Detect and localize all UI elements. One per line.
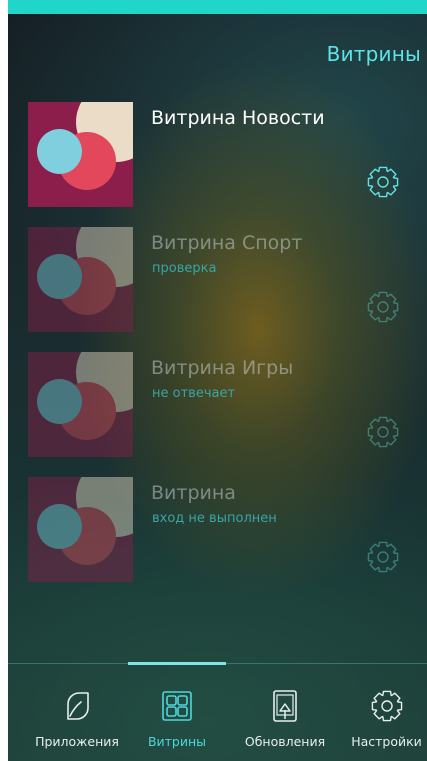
page-title: Витрины — [326, 42, 421, 66]
showcase-title: Витрина Новости — [151, 107, 325, 129]
showcase-item-generic[interactable]: Витрина вход не выполнен — [8, 477, 427, 587]
gear-icon[interactable] — [365, 289, 401, 325]
showcase-status: вход не выполнен — [152, 511, 277, 526]
tab-apps[interactable]: Приложения — [18, 664, 136, 761]
showcase-thumbnail — [28, 352, 133, 457]
showcase-title: Витрина Спорт — [151, 232, 303, 254]
tab-settings-label: Настройки — [351, 734, 422, 749]
showcase-title: Витрина Игры — [151, 357, 294, 379]
gear-icon — [369, 688, 405, 724]
showcase-thumbnail — [28, 102, 133, 207]
tab-apps-label: Приложения — [35, 734, 119, 749]
showcase-status: проверка — [152, 261, 217, 276]
tab-showcases[interactable]: Витрины — [136, 664, 218, 761]
status-accent-bar — [8, 0, 427, 14]
gear-icon[interactable] — [365, 164, 401, 200]
bottom-navigation: Приложения Витрины Обновления Настройки — [8, 664, 427, 761]
tab-updates[interactable]: Обновления — [236, 664, 334, 761]
screen: Витрины Витрина Новости Витрина Спорт пр… — [0, 0, 427, 761]
leaf-icon — [59, 688, 95, 724]
tab-settings[interactable]: Настройки — [346, 664, 427, 761]
tab-showcases-label: Витрины — [147, 734, 207, 749]
showcase-title: Витрина — [151, 482, 236, 504]
showcase-thumbnail — [28, 227, 133, 332]
grid-icon — [159, 688, 195, 724]
showcase-status: не отвечает — [152, 386, 236, 401]
showcase-item-sport[interactable]: Витрина Спорт проверка — [8, 227, 427, 337]
tab-updates-label: Обновления — [244, 734, 326, 749]
showcase-thumbnail — [28, 477, 133, 582]
showcase-item-games[interactable]: Витрина Игры не отвечает — [8, 352, 427, 462]
gear-icon[interactable] — [365, 539, 401, 575]
showcase-item-news[interactable]: Витрина Новости — [8, 102, 427, 212]
device-upload-icon — [267, 688, 303, 724]
showcases-screen: Витрины Витрина Новости Витрина Спорт пр… — [8, 0, 427, 761]
gear-icon[interactable] — [365, 414, 401, 450]
